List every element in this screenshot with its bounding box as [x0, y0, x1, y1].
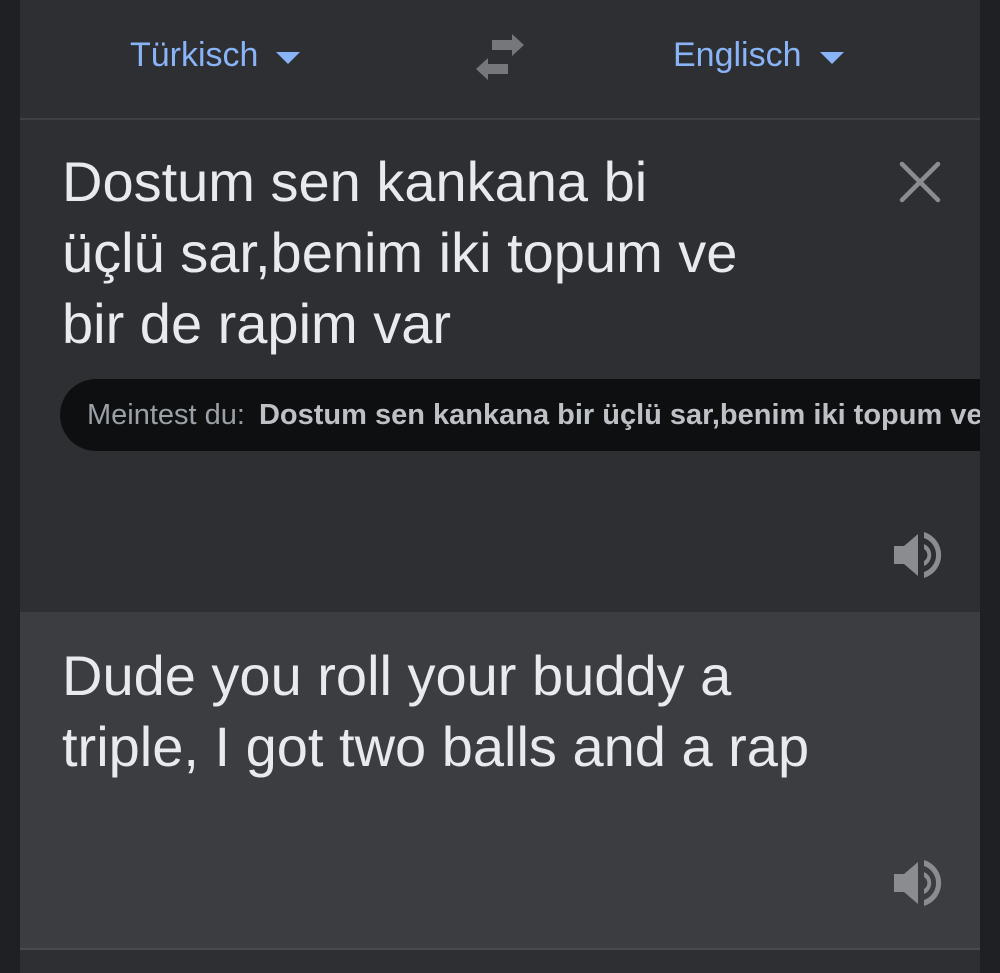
- translation-text-line: Dude you roll your buddy a: [62, 644, 732, 707]
- translation-text-line: triple, I got two balls and a rap: [62, 715, 810, 778]
- bottom-strip: [20, 950, 980, 973]
- source-text-line: üçlü sar,benim iki topum ve: [62, 221, 738, 284]
- caret-down-icon: [276, 52, 301, 64]
- did-you-mean-suggestion[interactable]: Meintest du: Dostum sen kankana bir üçlü…: [60, 379, 980, 451]
- suggestion-text: Dostum sen kankana bir üçlü sar,benim ik…: [258, 398, 980, 431]
- translate-card: Türkisch Englisch Dostum sen kankana bi …: [20, 0, 980, 973]
- source-text[interactable]: Dostum sen kankana bi üçlü sar,benim iki…: [62, 146, 822, 359]
- translation-area: Dude you roll your buddy a triple, I got…: [20, 612, 980, 950]
- target-language-selector[interactable]: Englisch: [673, 30, 844, 80]
- source-text-line: Dostum sen kankana bi: [62, 150, 648, 213]
- source-language-label: Türkisch: [130, 35, 259, 74]
- speaker-icon[interactable]: [890, 858, 946, 908]
- speaker-icon[interactable]: [890, 530, 946, 580]
- caret-down-icon: [819, 52, 844, 64]
- translation-text: Dude you roll your buddy a triple, I got…: [62, 640, 922, 782]
- swap-arrows-icon[interactable]: [472, 34, 528, 80]
- target-language-label: Englisch: [673, 35, 802, 74]
- close-icon[interactable]: [898, 160, 942, 204]
- source-text-line: bir de rapim var: [62, 292, 452, 355]
- source-language-selector[interactable]: Türkisch: [130, 30, 301, 80]
- language-bar: Türkisch Englisch: [20, 0, 980, 120]
- source-text-area[interactable]: Dostum sen kankana bi üçlü sar,benim iki…: [20, 120, 980, 612]
- suggestion-label: Meintest du:: [87, 398, 245, 431]
